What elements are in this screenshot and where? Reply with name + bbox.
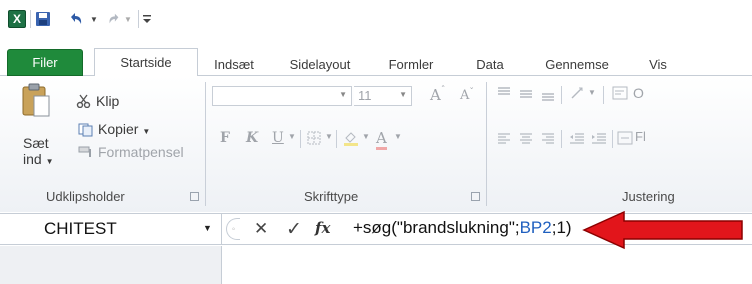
increase-indent-icon[interactable] — [591, 132, 607, 147]
excel-logo-letter: X — [12, 12, 21, 26]
align-right-icon[interactable] — [541, 132, 555, 147]
customize-qat-icon[interactable] — [142, 10, 152, 28]
merge-center-icon[interactable] — [617, 131, 633, 148]
clipboard-group-label: Udklipsholder — [46, 189, 125, 204]
formula-cell-reference: BP2 — [519, 218, 552, 237]
format-painter-label[interactable]: Formatpensel — [98, 144, 184, 160]
undo-icon[interactable] — [68, 10, 84, 28]
wrap-text-label[interactable]: O — [633, 85, 644, 101]
align-bottom-icon[interactable] — [541, 90, 555, 105]
cancel-icon[interactable]: ✕ — [254, 219, 268, 239]
decrease-indent-icon[interactable] — [569, 132, 585, 147]
align-middle-icon[interactable] — [519, 88, 533, 103]
copy-label-text: Kopier — [98, 121, 139, 137]
name-box-dropdown-icon[interactable]: ▼ — [203, 223, 212, 233]
tab-review[interactable]: Gennemse — [536, 52, 618, 76]
font-size-value: 11 — [358, 88, 372, 103]
qat-separator — [138, 10, 139, 28]
tab-data[interactable]: Data — [466, 52, 514, 76]
red-arrow-annotation — [580, 210, 748, 253]
copy-dropdown-icon: ▼ — [142, 127, 151, 136]
merge-center-label[interactable]: Fl — [635, 129, 646, 144]
tab-file[interactable]: Filer — [7, 49, 83, 76]
formula-text-end: ;1) — [551, 218, 572, 237]
align-top-icon[interactable] — [497, 86, 511, 101]
paste-dropdown-label[interactable]: ind ▼ — [23, 151, 54, 167]
formula-input[interactable]: +søg("brandslukning";BP2;1) — [353, 218, 572, 238]
formula-text: +søg("brandslukning"; — [353, 218, 520, 237]
excel-logo-icon[interactable]: X — [8, 10, 26, 28]
qat-separator — [30, 10, 31, 28]
ribbon: Sæt ind ▼ Klip Kopier ▼ Formatpensel Udk… — [0, 76, 752, 212]
formula-bar-grip[interactable]: ◦ — [226, 218, 240, 240]
font-separator — [300, 130, 301, 148]
format-painter-icon[interactable] — [78, 145, 94, 162]
underline-button[interactable]: U — [272, 130, 284, 146]
name-box[interactable]: CHITEST ▼ — [0, 214, 222, 245]
wrap-text-icon[interactable] — [612, 86, 628, 103]
save-icon[interactable] — [35, 10, 51, 28]
font-color-dropdown-icon[interactable]: ▼ — [394, 132, 402, 141]
cell-area — [0, 246, 222, 284]
italic-button[interactable]: K — [246, 130, 258, 146]
grow-font-icon: A — [430, 86, 441, 104]
group-separator — [205, 82, 206, 206]
alignment-group-label: Justering — [622, 189, 675, 204]
tab-formulas[interactable]: Formler — [378, 52, 444, 76]
alignment-separator — [561, 86, 562, 104]
shrink-font-button[interactable]: Aˇ — [460, 88, 474, 103]
copy-icon[interactable] — [78, 123, 94, 140]
tab-insert[interactable]: Indsæt — [204, 52, 264, 76]
bold-button[interactable]: F — [220, 130, 230, 146]
tab-home[interactable]: Startside — [94, 48, 198, 77]
font-color-button[interactable]: A — [376, 129, 387, 150]
shrink-font-icon: A — [460, 88, 470, 103]
alignment-separator — [612, 130, 613, 148]
paste-icon[interactable] — [20, 82, 52, 118]
cut-icon[interactable] — [76, 94, 92, 111]
font-group-label: Skrifttype — [304, 189, 359, 204]
font-size-combobox[interactable]: 11 ▼ — [354, 86, 412, 106]
align-left-icon[interactable] — [497, 132, 511, 147]
paste-label[interactable]: Sæt — [23, 135, 49, 151]
font-size-dropdown-icon: ▼ — [399, 90, 407, 99]
font-separator — [336, 130, 337, 148]
orientation-dropdown-icon[interactable]: ▼ — [588, 88, 596, 97]
fill-color-icon[interactable] — [343, 130, 359, 149]
insert-function-icon[interactable]: fx — [315, 219, 330, 237]
font-name-combobox[interactable]: ▼ — [212, 86, 352, 106]
quick-access-toolbar: X ▼ ▼ — [0, 0, 752, 44]
tab-page-layout[interactable]: Sidelayout — [278, 52, 362, 76]
redo-icon[interactable] — [106, 10, 122, 28]
orientation-icon[interactable] — [570, 86, 586, 103]
alignment-separator — [561, 130, 562, 148]
align-center-icon[interactable] — [519, 132, 533, 147]
font-name-dropdown-icon: ▼ — [339, 90, 347, 99]
enter-icon[interactable]: ✓ — [286, 218, 302, 241]
group-separator — [486, 82, 487, 206]
fill-color-dropdown-icon[interactable]: ▼ — [362, 132, 370, 141]
tab-view[interactable]: Vis — [638, 52, 678, 76]
ribbon-tabs: Filer Startside Indsæt Sidelayout Formle… — [0, 46, 752, 77]
formula-bar: CHITEST ▼ ◦ ✕ ✓ fx +søg("brandslukning";… — [0, 210, 752, 250]
redo-dropdown-icon[interactable]: ▼ — [124, 10, 132, 28]
clipboard-dialog-launcher[interactable] — [190, 192, 199, 201]
underline-dropdown-icon[interactable]: ▼ — [288, 132, 296, 141]
undo-dropdown-icon[interactable]: ▼ — [90, 10, 98, 28]
borders-icon[interactable] — [307, 131, 321, 148]
copy-label[interactable]: Kopier ▼ — [98, 121, 150, 137]
alignment-separator — [603, 86, 604, 104]
grow-font-button[interactable]: Aˆ — [430, 86, 445, 104]
cut-label[interactable]: Klip — [96, 93, 119, 109]
font-dialog-launcher[interactable] — [471, 192, 480, 201]
paste-dropdown-icon: ▼ — [45, 157, 54, 166]
borders-dropdown-icon[interactable]: ▼ — [325, 132, 333, 141]
font-color-icon: A — [376, 129, 387, 150]
name-box-value: CHITEST — [44, 219, 117, 238]
paste-label-line2: ind — [23, 151, 42, 167]
